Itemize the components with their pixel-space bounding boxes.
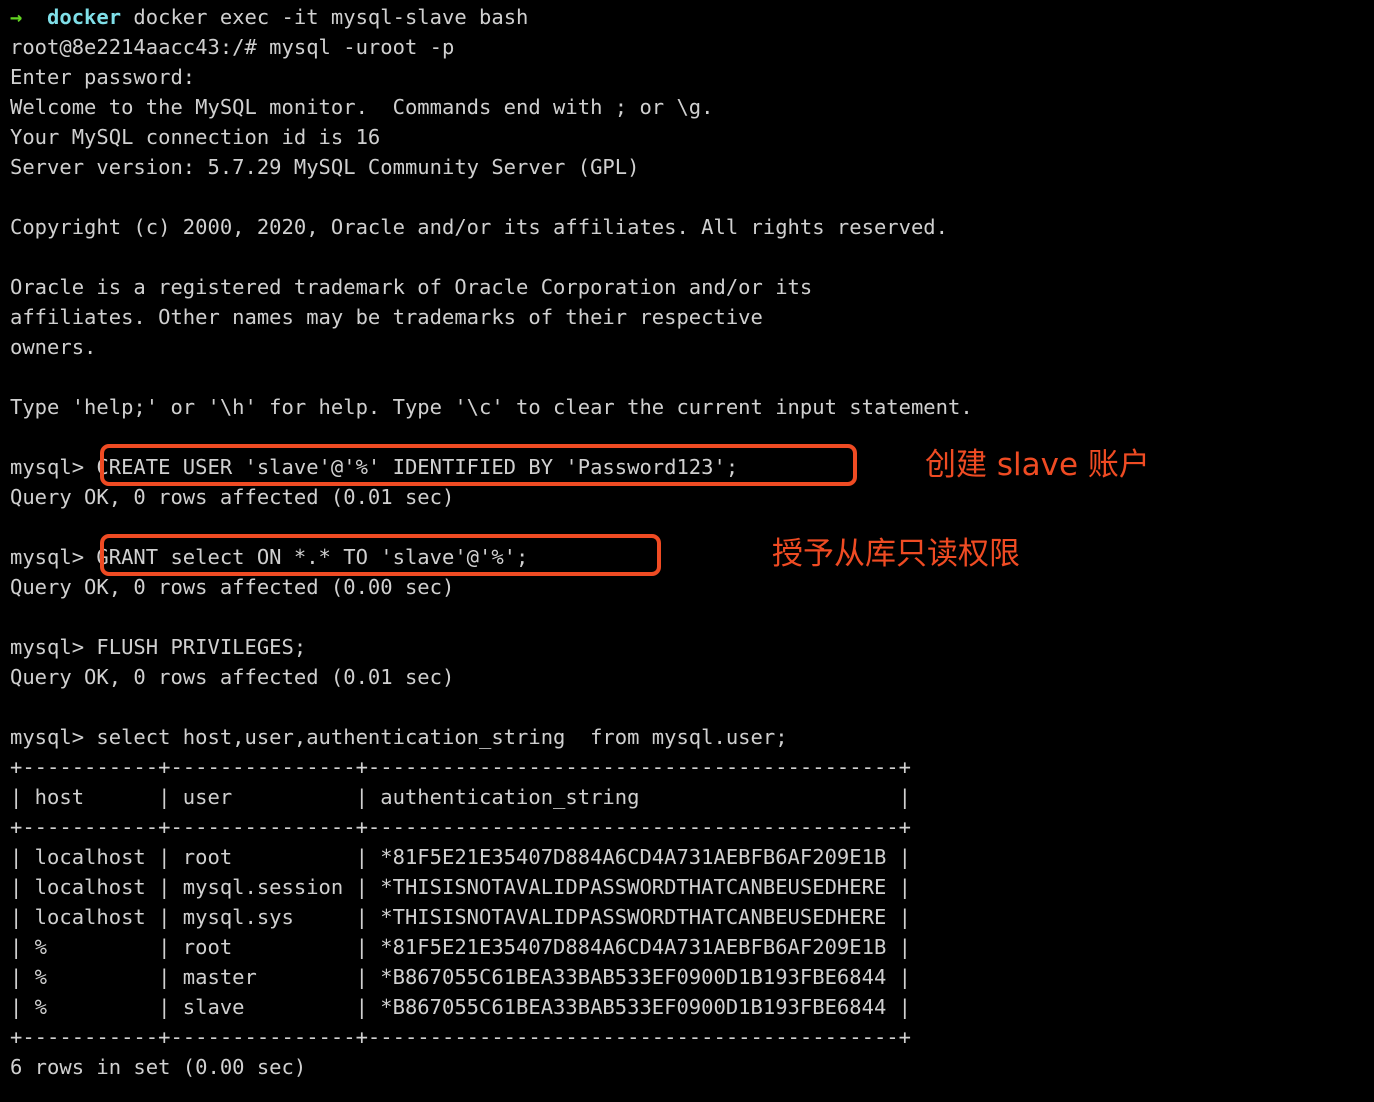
mysql-select-line: mysql> select host,user,authentication_s… xyxy=(10,725,788,749)
mysql-flush-line: mysql> FLUSH PRIVILEGES; xyxy=(10,635,307,659)
output-line: owners. xyxy=(10,335,97,359)
prompt-spacer xyxy=(22,5,47,29)
terminal-window[interactable]: → docker docker exec -it mysql-slave bas… xyxy=(0,0,1374,1102)
annotation-create-slave-account: 创建 slave 账户 xyxy=(925,447,1150,483)
table-row: | localhost | root | *81F5E21E35407D884A… xyxy=(10,845,911,869)
output-blank-line xyxy=(10,692,1370,722)
output-blank-line xyxy=(10,182,1370,212)
table-row: | % | master | *B867055C61BEA33BAB533EF0… xyxy=(10,965,911,989)
table-rule-bottom: +-----------+---------------+-----------… xyxy=(10,1025,911,1049)
output-line: root@8e2214aacc43:/# mysql -uroot -p xyxy=(10,35,455,59)
output-blank-line xyxy=(10,422,1370,452)
table-row: | localhost | mysql.session | *THISISNOT… xyxy=(10,875,911,899)
output-line: Welcome to the MySQL monitor. Commands e… xyxy=(10,95,714,119)
output-line: affiliates. Other names may be trademark… xyxy=(10,305,763,329)
terminal-output: → docker docker exec -it mysql-slave bas… xyxy=(10,2,1370,1082)
output-blank-line xyxy=(10,242,1370,272)
output-blank-line xyxy=(10,362,1370,392)
table-header-row: | host | user | authentication_string | xyxy=(10,785,911,809)
mysql-create-user-line: mysql> CREATE USER 'slave'@'%' IDENTIFIE… xyxy=(10,455,739,479)
output-line: Type 'help;' or '\h' for help. Type '\c'… xyxy=(10,395,973,419)
prompt-arrow-icon: → xyxy=(10,5,23,29)
table-row: | % | slave | *B867055C61BEA33BAB533EF09… xyxy=(10,995,911,1019)
output-line: Query OK, 0 rows affected (0.00 sec) xyxy=(10,575,455,599)
output-line: Query OK, 0 rows affected (0.01 sec) xyxy=(10,485,455,509)
annotation-grant-readonly: 授予从库只读权限 xyxy=(772,536,1020,572)
output-line: Oracle is a registered trademark of Orac… xyxy=(10,275,813,299)
table-rule-top: +-----------+---------------+-----------… xyxy=(10,755,911,779)
table-row: | % | root | *81F5E21E35407D884A6CD4A731… xyxy=(10,935,911,959)
shell-prompt-line: → docker docker exec -it mysql-slave bas… xyxy=(10,2,1370,32)
output-line: Your MySQL connection id is 16 xyxy=(10,125,381,149)
output-blank-line xyxy=(10,512,1370,542)
table-row: | localhost | mysql.sys | *THISISNOTAVAL… xyxy=(10,905,911,929)
output-blank-line xyxy=(10,602,1370,632)
output-line: Enter password: xyxy=(10,65,196,89)
output-line: Copyright (c) 2000, 2020, Oracle and/or … xyxy=(10,215,948,239)
row-count-status: 6 rows in set (0.00 sec) xyxy=(10,1055,307,1079)
output-line: Query OK, 0 rows affected (0.01 sec) xyxy=(10,665,455,689)
table-rule-mid: +-----------+---------------+-----------… xyxy=(10,815,911,839)
output-line: Server version: 5.7.29 MySQL Community S… xyxy=(10,155,640,179)
mysql-grant-line: mysql> GRANT select ON *.* TO 'slave'@'%… xyxy=(10,545,529,569)
prompt-context-label: docker xyxy=(47,5,122,29)
shell-command-text: docker exec -it mysql-slave bash xyxy=(121,5,529,29)
